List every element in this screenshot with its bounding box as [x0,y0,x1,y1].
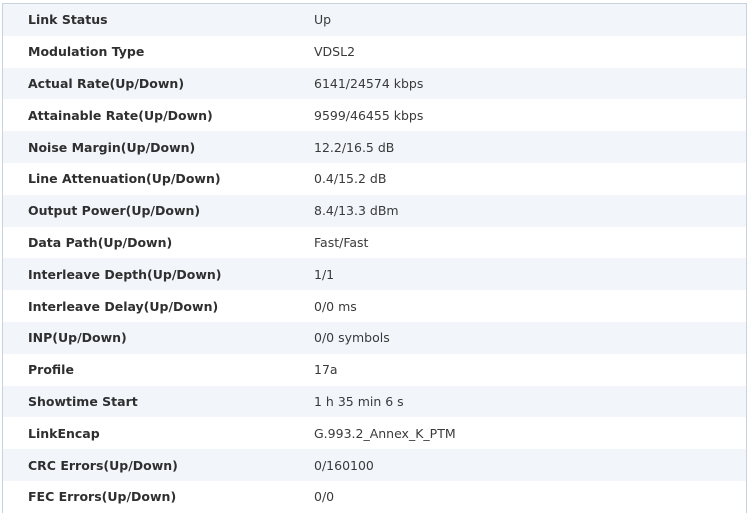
row-value: 0/0 [314,489,335,505]
row-value: Fast/Fast [314,234,369,250]
row-value: 1/1 [314,266,335,282]
table-row-interleave-delay: Interleave Delay(Up/Down) 0/0 ms [3,290,746,322]
row-label: Modulation Type [28,44,145,60]
row-value: 9599/46455 kbps [314,107,424,123]
table-row-actual-rate: Actual Rate(Up/Down) 6141/24574 kbps [3,67,746,100]
table-row-modulation-type: Modulation Type VDSL2 [3,35,746,68]
row-label: FEC Errors(Up/Down) [28,489,177,505]
row-label: Showtime Start [28,393,138,409]
table-row-crc-errors: CRC Errors(Up/Down) 0/160100 [3,449,746,481]
row-value: 6141/24574 kbps [314,75,424,91]
table-row-output-power: Output Power(Up/Down) 8.4/13.3 dBm [3,194,746,227]
row-value: Up [314,12,332,28]
table-row-line-attenuation: Line Attenuation(Up/Down) 0.4/15.2 dB [3,162,746,195]
table-row-interleave-depth: Interleave Depth(Up/Down) 1/1 [3,258,746,291]
row-label: LinkEncap [28,425,100,441]
dsl-status-panel: Link Status Up Modulation Type VDSL2 Act… [2,3,747,513]
row-label: INP(Up/Down) [28,330,127,346]
row-label: Interleave Delay(Up/Down) [28,298,219,314]
row-value: 17a [314,362,338,378]
row-label: CRC Errors(Up/Down) [28,457,178,473]
row-label: Actual Rate(Up/Down) [28,75,185,91]
row-value: 0/0 ms [314,298,357,314]
table-row-data-path: Data Path(Up/Down) Fast/Fast [3,226,746,259]
row-label: Noise Margin(Up/Down) [28,139,196,155]
row-value: 0.4/15.2 dB [314,171,387,187]
dsl-status-table: Link Status Up Modulation Type VDSL2 Act… [3,4,746,513]
table-row-link-status: Link Status Up [3,4,746,36]
row-value: G.993.2_Annex_K_PTM [314,425,456,441]
row-value: 12.2/16.5 dB [314,139,395,155]
table-row-fec-errors: FEC Errors(Up/Down) 0/0 [3,480,746,513]
row-label: Output Power(Up/Down) [28,203,201,219]
row-value: 1 h 35 min 6 s [314,393,404,409]
row-label: Attainable Rate(Up/Down) [28,107,213,123]
row-label: Line Attenuation(Up/Down) [28,171,221,187]
row-value: 8.4/13.3 dBm [314,203,399,219]
table-row-attainable-rate: Attainable Rate(Up/Down) 9599/46455 kbps [3,99,746,132]
row-label: Profile [28,362,74,378]
row-value: VDSL2 [314,44,356,60]
table-row-profile: Profile 17a [3,353,746,386]
row-label: Interleave Depth(Up/Down) [28,266,222,282]
table-row-linkencap: LinkEncap G.993.2_Annex_K_PTM [3,417,746,450]
row-label: Data Path(Up/Down) [28,234,173,250]
table-row-showtime-start: Showtime Start 1 h 35 min 6 s [3,385,746,418]
row-value: 0/160100 [314,457,374,473]
row-value: 0/0 symbols [314,330,390,346]
table-row-inp: INP(Up/Down) 0/0 symbols [3,321,746,354]
row-label: Link Status [28,12,108,28]
table-row-noise-margin: Noise Margin(Up/Down) 12.2/16.5 dB [3,131,746,163]
